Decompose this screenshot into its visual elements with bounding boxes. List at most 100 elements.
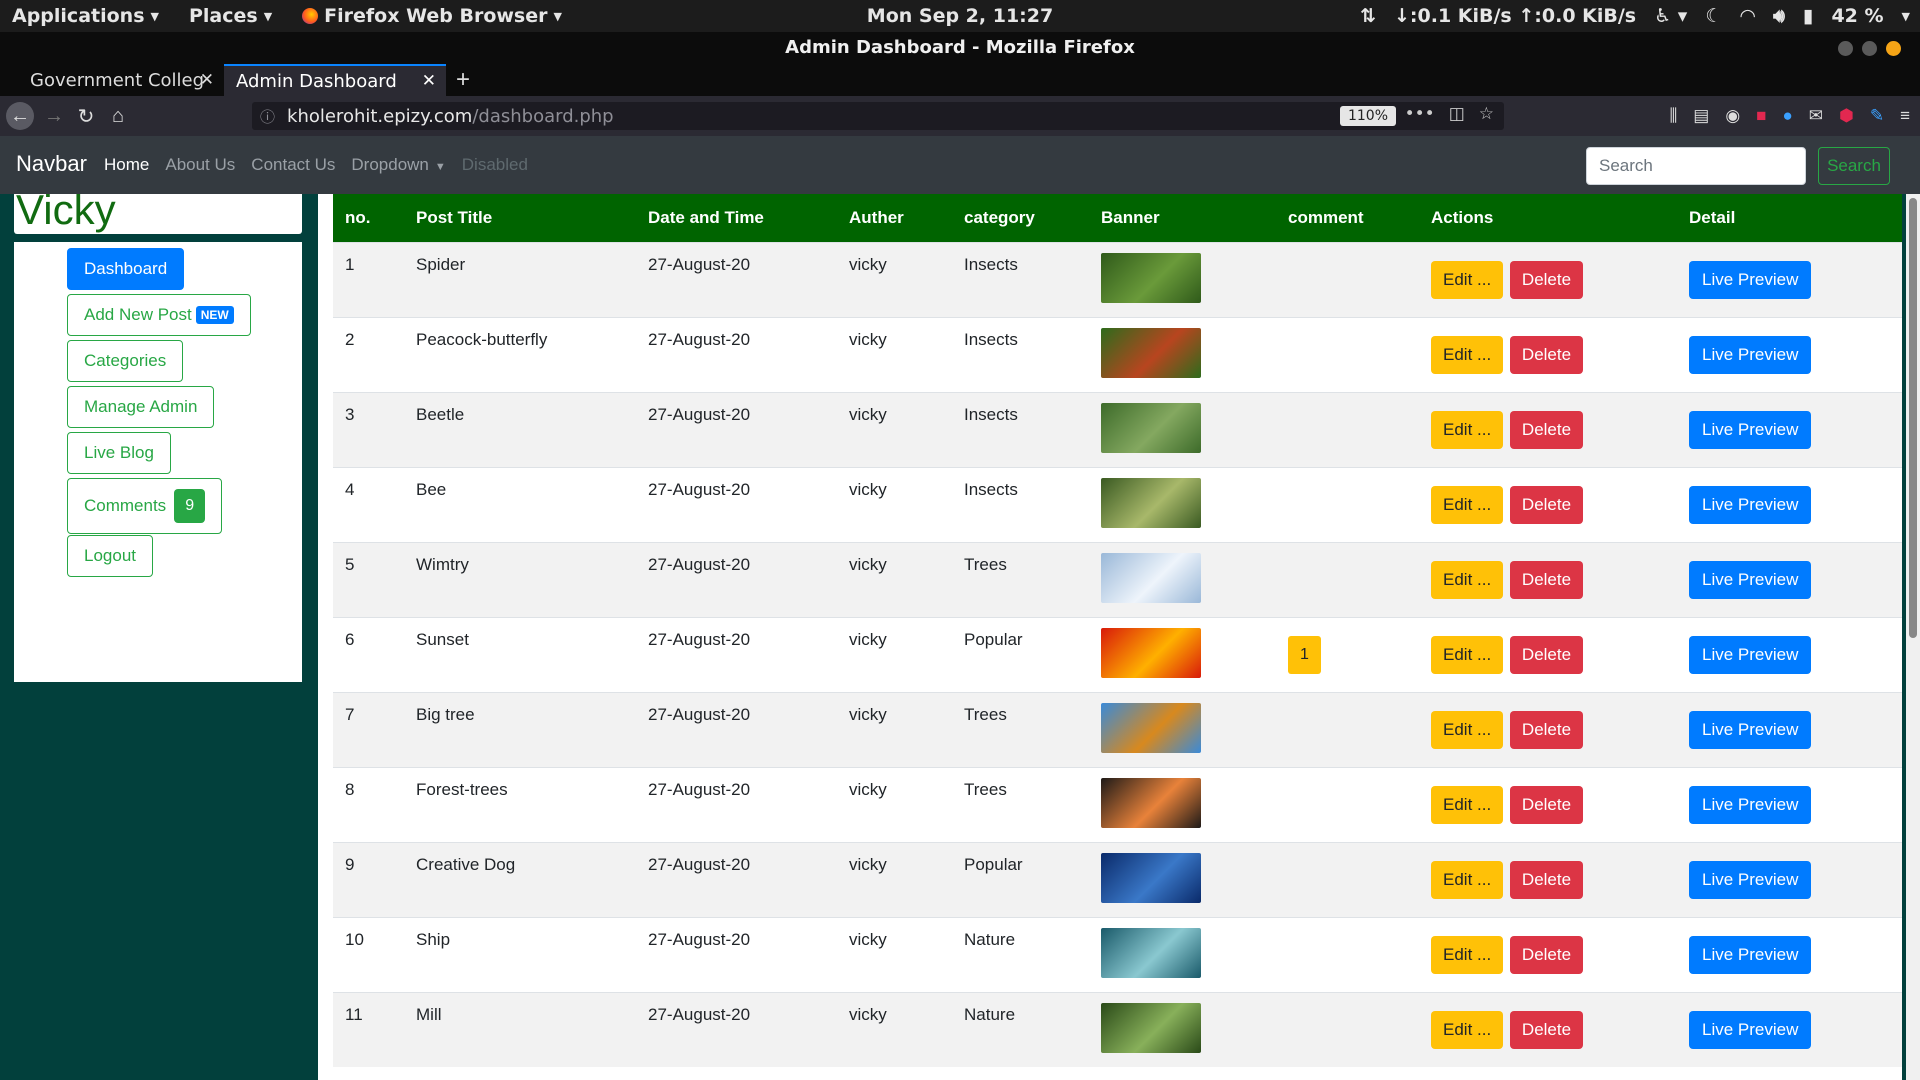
- caret-down-icon[interactable]: ▼: [1902, 10, 1910, 23]
- live-preview-button[interactable]: Live Preview: [1689, 635, 1812, 674]
- edit-button[interactable]: Edit ...: [1431, 935, 1504, 974]
- delete-button[interactable]: Delete: [1509, 560, 1584, 599]
- nav-home[interactable]: Home: [104, 155, 149, 175]
- extension-icon[interactable]: ●: [1782, 106, 1792, 126]
- manage-admin-button[interactable]: Manage Admin: [67, 386, 215, 428]
- edit-button[interactable]: Edit ...: [1431, 410, 1504, 449]
- cell-title: Creative Dog: [416, 854, 516, 874]
- live-preview-button[interactable]: Live Preview: [1689, 260, 1812, 299]
- dashboard-button[interactable]: Dashboard: [67, 248, 185, 290]
- home-button[interactable]: ⌂: [104, 102, 132, 130]
- navbar-brand[interactable]: Navbar: [16, 151, 87, 177]
- close-icon[interactable]: ✕: [200, 70, 214, 90]
- edit-button[interactable]: Edit ...: [1431, 335, 1504, 374]
- zoom-indicator[interactable]: 110%: [1339, 106, 1396, 126]
- edit-button[interactable]: Edit ...: [1431, 860, 1504, 899]
- edit-button[interactable]: Edit ...: [1431, 1010, 1504, 1049]
- delete-button[interactable]: Delete: [1509, 710, 1584, 749]
- battery-percent[interactable]: 42 %: [1831, 5, 1883, 27]
- cell-actions: Edit ... Delete: [1419, 467, 1677, 542]
- categories-button[interactable]: Categories: [67, 340, 184, 382]
- delete-button[interactable]: Delete: [1509, 785, 1584, 824]
- add-new-post-button[interactable]: Add New Post NEW: [67, 294, 251, 336]
- network-icon: ⇅: [1360, 5, 1376, 27]
- cell-banner: [1089, 617, 1276, 692]
- nav-dropdown[interactable]: Dropdown ▼: [351, 155, 445, 175]
- back-button[interactable]: ←: [6, 102, 34, 130]
- live-blog-button[interactable]: Live Blog: [67, 432, 171, 474]
- tab-government-college[interactable]: Government Colleg ✕: [18, 64, 224, 96]
- extension-icon[interactable]: ■: [1756, 106, 1766, 126]
- extension-icon[interactable]: ✉: [1809, 106, 1823, 126]
- caret-down-icon: ▼: [263, 9, 273, 23]
- extension-icon[interactable]: ✎: [1870, 106, 1884, 126]
- search-input[interactable]: [1586, 147, 1806, 185]
- cell-author: vicky: [849, 554, 887, 574]
- applications-menu[interactable]: Applications ▼: [12, 5, 159, 27]
- edit-button[interactable]: Edit ...: [1431, 260, 1504, 299]
- url-bar[interactable]: ⓘ kholerohit.epizy.com/dashboard.php 110…: [252, 102, 1504, 130]
- live-preview-button[interactable]: Live Preview: [1689, 935, 1812, 974]
- edit-button[interactable]: Edit ...: [1431, 635, 1504, 674]
- cell-comment: [1276, 392, 1419, 467]
- minimize-button[interactable]: [1838, 41, 1853, 56]
- maximize-button[interactable]: [1862, 41, 1877, 56]
- cell-banner: [1089, 992, 1276, 1067]
- delete-button[interactable]: Delete: [1509, 635, 1584, 674]
- column-header: Actions: [1431, 207, 1494, 227]
- page-actions-icon[interactable]: •••: [1405, 104, 1435, 124]
- accessibility-icon[interactable]: ♿ ▾: [1654, 5, 1687, 27]
- live-preview-button[interactable]: Live Preview: [1689, 785, 1812, 824]
- bookmark-star-icon[interactable]: ☆: [1479, 104, 1494, 124]
- live-preview-button[interactable]: Live Preview: [1689, 710, 1812, 749]
- places-menu[interactable]: Places ▼: [189, 5, 272, 27]
- account-icon[interactable]: ◉: [1725, 106, 1740, 126]
- delete-button[interactable]: Delete: [1509, 485, 1584, 524]
- pocket-icon[interactable]: ◫: [1449, 104, 1465, 124]
- edit-button[interactable]: Edit ...: [1431, 560, 1504, 599]
- edit-button[interactable]: Edit ...: [1431, 710, 1504, 749]
- manage-admin-label: Manage Admin: [84, 397, 198, 416]
- menu-icon[interactable]: ≡: [1900, 106, 1910, 126]
- table-row: 11 Mill 27-August-20 vicky Nature Edit ... De…: [333, 992, 1902, 1067]
- sidebar-icon[interactable]: ▤: [1693, 106, 1709, 126]
- table-body: 1 Spider 27-August-20 vicky Insects Edit ... …: [333, 242, 1902, 1067]
- nav-about-us[interactable]: About Us: [165, 155, 235, 175]
- cell-detail: Live Preview: [1677, 542, 1902, 617]
- nav-contact-us[interactable]: Contact Us: [251, 155, 335, 175]
- tab-admin-dashboard[interactable]: Admin Dashboard ✕: [224, 64, 446, 96]
- edit-button[interactable]: Edit ...: [1431, 485, 1504, 524]
- live-preview-button[interactable]: Live Preview: [1689, 560, 1812, 599]
- search-button[interactable]: Search: [1818, 147, 1890, 185]
- cell-title: Mill: [416, 1004, 442, 1024]
- live-preview-button[interactable]: Live Preview: [1689, 485, 1812, 524]
- delete-button[interactable]: Delete: [1509, 260, 1584, 299]
- live-preview-button[interactable]: Live Preview: [1689, 860, 1812, 899]
- live-preview-button[interactable]: Live Preview: [1689, 1010, 1812, 1049]
- library-icon[interactable]: ⫼: [1669, 106, 1677, 126]
- table-row: 4 Bee 27-August-20 vicky Insects Edit ... Del…: [333, 467, 1902, 542]
- live-preview-button[interactable]: Live Preview: [1689, 335, 1812, 374]
- new-tab-button[interactable]: +: [456, 64, 470, 96]
- close-window-button[interactable]: [1886, 41, 1901, 56]
- delete-button[interactable]: Delete: [1509, 335, 1584, 374]
- live-preview-button[interactable]: Live Preview: [1689, 410, 1812, 449]
- close-icon[interactable]: ✕: [422, 71, 436, 91]
- ublock-icon[interactable]: ⬢: [1839, 106, 1854, 126]
- site-info-icon[interactable]: ⓘ: [260, 106, 275, 127]
- browser-app-menu[interactable]: Firefox Web Browser ▼: [302, 5, 562, 27]
- logout-button[interactable]: Logout: [67, 535, 153, 577]
- forward-button[interactable]: →: [40, 102, 68, 130]
- edit-button[interactable]: Edit ...: [1431, 785, 1504, 824]
- delete-button[interactable]: Delete: [1509, 860, 1584, 899]
- delete-button[interactable]: Delete: [1509, 935, 1584, 974]
- delete-button[interactable]: Delete: [1509, 1010, 1584, 1049]
- reload-button[interactable]: ↻: [72, 102, 100, 130]
- cell-actions: Edit ... Delete: [1419, 317, 1677, 392]
- cell-comment: [1276, 767, 1419, 842]
- scrollbar-thumb[interactable]: [1909, 198, 1917, 638]
- delete-button[interactable]: Delete: [1509, 410, 1584, 449]
- cell-banner: [1089, 242, 1276, 317]
- comments-button[interactable]: Comments 9: [67, 478, 223, 534]
- page-scrollbar[interactable]: [1906, 194, 1920, 1080]
